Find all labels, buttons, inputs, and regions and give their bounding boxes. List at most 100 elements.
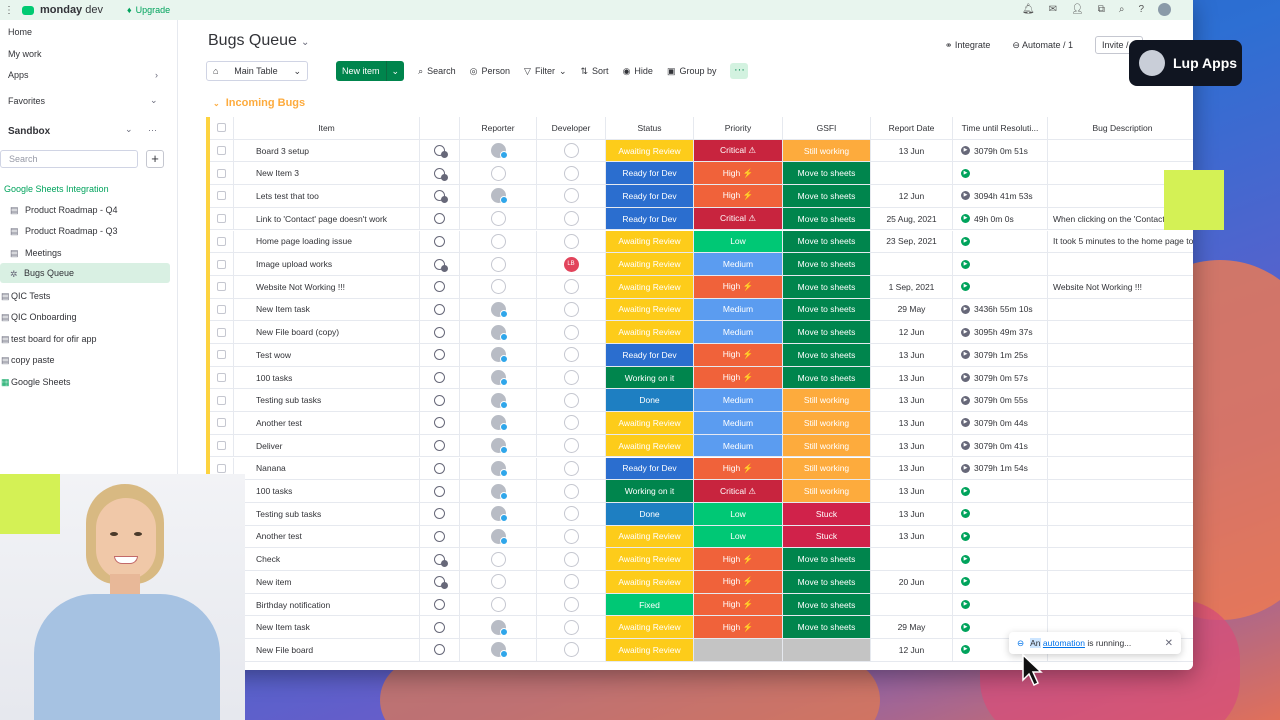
reporter-cell[interactable] bbox=[460, 412, 537, 434]
item-name[interactable]: New item bbox=[234, 571, 420, 593]
updates-button[interactable] bbox=[420, 230, 460, 253]
play-icon[interactable]: ▶ bbox=[961, 214, 970, 224]
status-badge[interactable]: Awaiting Review bbox=[606, 230, 694, 253]
priority-badge[interactable]: Low bbox=[694, 525, 783, 548]
item-name[interactable]: 100 tasks bbox=[234, 480, 420, 502]
table-row[interactable]: 100 tasks Working on it High ⚡ Move to shee… bbox=[210, 366, 1193, 390]
chevron-down-icon[interactable]: ⌄ bbox=[385, 61, 405, 81]
updates-button[interactable] bbox=[420, 434, 460, 457]
play-icon[interactable]: ▶ bbox=[961, 531, 970, 541]
item-name[interactable]: Another test bbox=[234, 525, 420, 548]
reporter-cell[interactable] bbox=[460, 298, 537, 321]
developer-cell[interactable] bbox=[537, 207, 606, 230]
priority-badge[interactable]: Low bbox=[694, 230, 783, 253]
reporter-cell[interactable] bbox=[460, 593, 537, 616]
sidebar-item-board[interactable]: copy paste bbox=[11, 355, 55, 365]
row-checkbox[interactable] bbox=[210, 230, 234, 253]
item-name[interactable]: Board 3 setup bbox=[234, 139, 420, 162]
priority-badge[interactable]: High ⚡ bbox=[694, 344, 783, 366]
bug-description[interactable] bbox=[1048, 321, 1193, 343]
gsfi-badge[interactable]: Move to sheets bbox=[783, 321, 871, 343]
table-row[interactable]: Board 3 setup Awaiting Review Critical ⚠ St… bbox=[210, 139, 1193, 163]
updates-button[interactable] bbox=[420, 344, 460, 366]
time-tracking[interactable]: ▶ 3079h 0m 41s bbox=[953, 434, 1048, 457]
table-row[interactable]: Website Not Working !!! Awaiting Review Hi… bbox=[210, 275, 1193, 299]
apps-icon[interactable]: ⧉ bbox=[1098, 4, 1105, 15]
priority-badge[interactable]: High ⚡ bbox=[694, 616, 783, 639]
table-row[interactable]: Nanana Ready for Dev High ⚡ Still working 13… bbox=[210, 457, 1193, 481]
gsfi-badge[interactable]: Move to sheets bbox=[783, 253, 871, 275]
item-name[interactable]: Deliver bbox=[234, 434, 420, 457]
table-row[interactable]: Birthday notification Fixed High ⚡ Move to … bbox=[210, 593, 1193, 617]
group-by-button[interactable]: ▣ Group by bbox=[667, 66, 717, 77]
status-badge[interactable]: Ready for Dev bbox=[606, 185, 694, 207]
new-item-button[interactable]: New item ⌄ bbox=[336, 61, 405, 81]
updates-button[interactable] bbox=[420, 275, 460, 298]
sidebar-item-board[interactable]: Google Sheets bbox=[11, 377, 71, 387]
table-row[interactable]: New File board (copy) Awaiting Review Medi… bbox=[210, 321, 1193, 344]
updates-button[interactable] bbox=[420, 502, 460, 525]
priority-badge[interactable]: High ⚡ bbox=[694, 275, 783, 298]
report-date[interactable]: 29 May bbox=[871, 298, 953, 321]
priority-badge[interactable]: High ⚡ bbox=[694, 162, 783, 185]
status-badge[interactable]: Awaiting Review bbox=[606, 571, 694, 593]
table-row[interactable]: Lets test that too Ready for Dev High ⚡ Mov… bbox=[210, 185, 1193, 208]
report-date[interactable]: 13 Jun bbox=[871, 480, 953, 502]
report-date[interactable]: 13 Jun bbox=[871, 366, 953, 389]
bug-description[interactable] bbox=[1048, 594, 1193, 616]
gsfi-badge[interactable]: Move to sheets bbox=[783, 344, 871, 366]
developer-cell[interactable] bbox=[537, 321, 606, 343]
time-tracking[interactable]: ▶ 3079h 0m 51s bbox=[953, 139, 1048, 162]
time-tracking[interactable]: ▶ 3079h 0m 57s bbox=[953, 366, 1048, 389]
report-date[interactable]: 13 Jun bbox=[871, 434, 953, 457]
item-name[interactable]: Nanana bbox=[234, 457, 420, 480]
priority-badge[interactable]: Critical ⚠ bbox=[694, 207, 783, 230]
bug-description[interactable] bbox=[1048, 140, 1193, 162]
chevron-down-icon[interactable]: ⌄ bbox=[125, 124, 133, 135]
priority-badge[interactable]: Medium bbox=[694, 298, 783, 321]
time-tracking[interactable]: ▶ bbox=[953, 571, 1048, 593]
item-name[interactable]: New Item 3 bbox=[234, 162, 420, 185]
developer-cell[interactable] bbox=[537, 298, 606, 321]
time-tracking[interactable]: ▶ bbox=[953, 480, 1048, 502]
updates-button[interactable] bbox=[420, 639, 460, 661]
gsfi-badge[interactable]: Move to sheets bbox=[783, 275, 871, 298]
automation-link[interactable]: automation bbox=[1043, 638, 1085, 648]
item-name[interactable]: New Item task bbox=[234, 616, 420, 639]
table-row[interactable]: Deliver Awaiting Review Medium Still workin… bbox=[210, 434, 1193, 458]
status-badge[interactable]: Awaiting Review bbox=[606, 139, 694, 162]
table-row[interactable]: Home page loading issue Awaiting Review Lo… bbox=[210, 230, 1193, 254]
report-date[interactable] bbox=[871, 548, 953, 570]
table-row[interactable]: Another test Awaiting Review Low Stuck 13 Ju… bbox=[210, 525, 1193, 549]
column-header-bug-description[interactable]: Bug Description bbox=[1048, 117, 1193, 139]
play-icon[interactable]: ▶ bbox=[961, 236, 970, 246]
table-row[interactable]: Link to 'Contact' page doesn't work Ready… bbox=[210, 207, 1193, 231]
developer-cell[interactable] bbox=[537, 366, 606, 389]
column-header-developer[interactable]: Developer bbox=[537, 117, 606, 139]
reporter-cell[interactable] bbox=[460, 639, 537, 661]
developer-cell[interactable] bbox=[537, 502, 606, 525]
reporter-cell[interactable] bbox=[460, 230, 537, 253]
bug-description[interactable] bbox=[1048, 526, 1193, 548]
gsfi-badge[interactable]: Still working bbox=[783, 412, 871, 434]
row-checkbox[interactable] bbox=[210, 253, 234, 275]
priority-badge[interactable]: Medium bbox=[694, 389, 783, 412]
item-name[interactable]: Home page loading issue bbox=[234, 230, 420, 253]
developer-cell[interactable]: LB bbox=[537, 253, 606, 275]
sidebar-item-bugs-queue[interactable]: Bugs Queue bbox=[0, 263, 170, 283]
bug-description[interactable] bbox=[1048, 480, 1193, 502]
row-checkbox[interactable] bbox=[210, 162, 234, 185]
gsfi-badge[interactable]: Move to sheets bbox=[783, 162, 871, 185]
developer-cell[interactable] bbox=[537, 525, 606, 548]
gsfi-badge[interactable]: Still working bbox=[783, 389, 871, 412]
gsfi-badge[interactable]: Move to sheets bbox=[783, 230, 871, 253]
bug-description[interactable] bbox=[1048, 389, 1193, 411]
item-name[interactable]: 100 tasks bbox=[234, 366, 420, 389]
table-row[interactable]: 100 tasks Working on it Critical ⚠ Still wo… bbox=[210, 480, 1193, 503]
item-name[interactable]: Another test bbox=[234, 412, 420, 434]
inbox-icon[interactable]: ✉︎ bbox=[1049, 4, 1057, 15]
priority-badge[interactable]: Critical ⚠ bbox=[694, 480, 783, 502]
row-checkbox[interactable] bbox=[210, 275, 234, 298]
column-header-time-until-resolution[interactable]: Time until Resoluti... bbox=[953, 117, 1048, 139]
bug-description[interactable] bbox=[1048, 435, 1193, 457]
